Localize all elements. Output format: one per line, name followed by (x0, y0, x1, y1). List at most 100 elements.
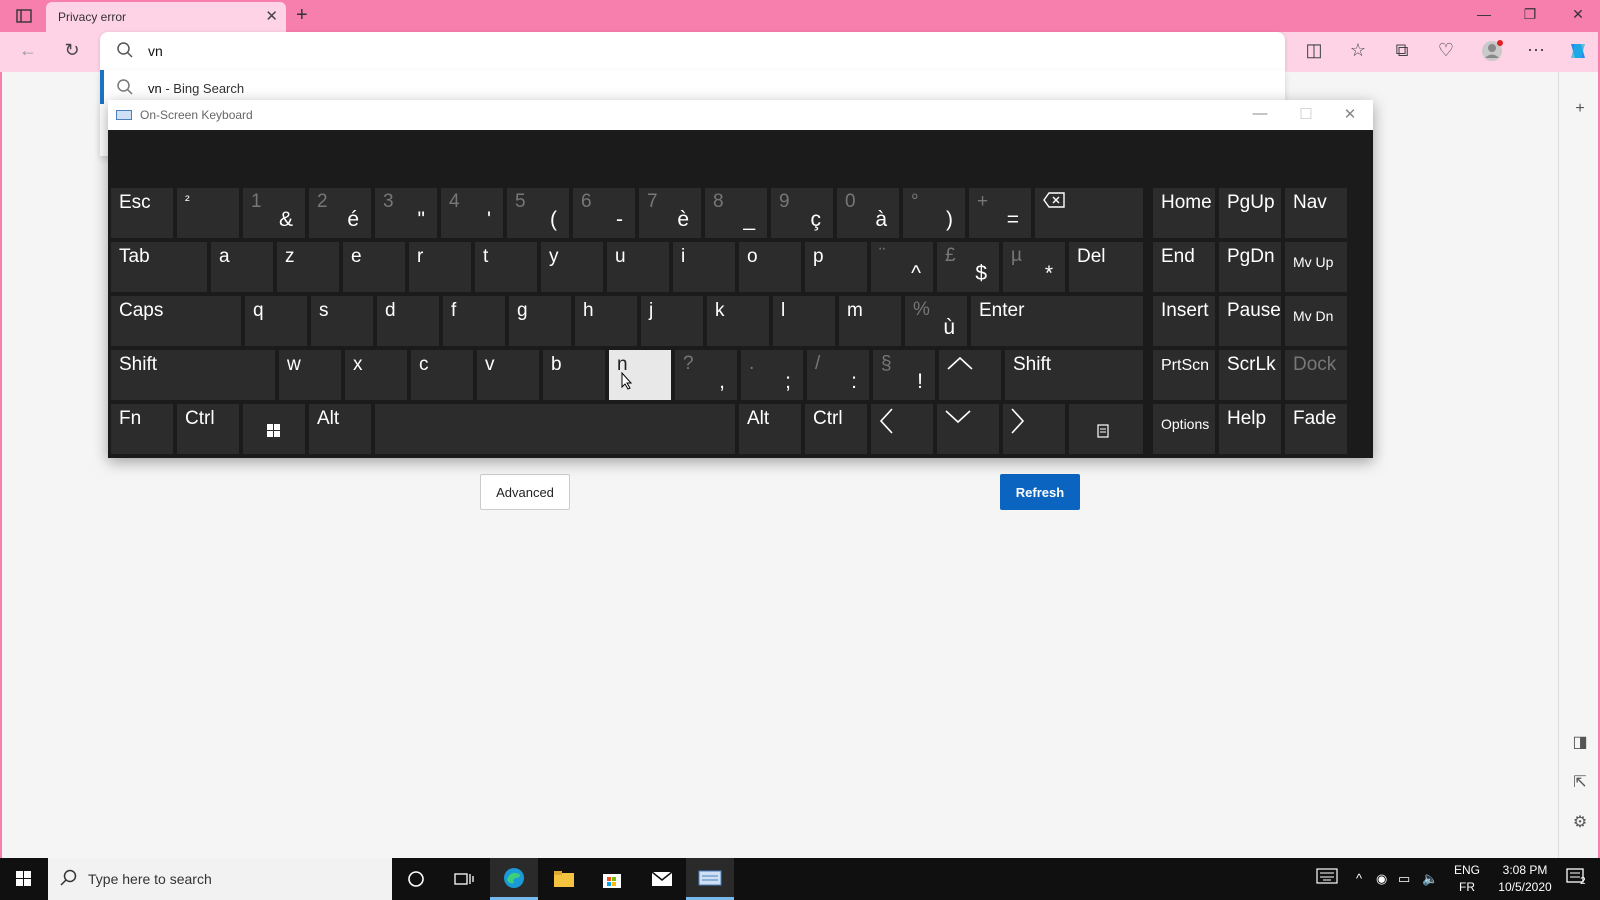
store-icon[interactable] (588, 858, 636, 900)
key-t[interactable]: t (475, 242, 537, 292)
key-plus[interactable]: + = (969, 188, 1031, 238)
key-altgr[interactable]: Alt (739, 404, 801, 454)
key-z[interactable]: z (277, 242, 339, 292)
key-f[interactable]: f (443, 296, 505, 346)
key-1[interactable]: 1 & (243, 188, 305, 238)
restore-icon[interactable]: ❐ (1518, 6, 1542, 23)
key-del[interactable]: Del (1069, 242, 1143, 292)
key-d[interactable]: d (377, 296, 439, 346)
volume-muted-icon[interactable]: 🔈 (1422, 871, 1438, 887)
key-semicolon[interactable]: .; (741, 350, 803, 400)
cortana-icon[interactable] (392, 858, 440, 900)
key-windows[interactable] (243, 404, 305, 454)
key-j[interactable]: j (641, 296, 703, 346)
key-menu[interactable] (1069, 404, 1143, 454)
address-input[interactable]: vn (148, 43, 163, 59)
task-view-icon[interactable] (440, 858, 488, 900)
extensions-icon[interactable]: ♡ (1434, 40, 1458, 61)
sidebar-panel-icon[interactable]: ◨ (1568, 732, 1592, 752)
open-external-icon[interactable]: ⇱ (1568, 772, 1592, 792)
key-b[interactable]: b (543, 350, 605, 400)
key-arrow-down[interactable] (937, 404, 999, 454)
key-fn[interactable]: Fn (111, 404, 173, 454)
key-p[interactable]: p (805, 242, 867, 292)
copilot-icon[interactable] (1566, 40, 1590, 67)
key-caps[interactable]: Caps (111, 296, 241, 346)
key-comma[interactable]: ?, (675, 350, 737, 400)
key-l[interactable]: l (773, 296, 835, 346)
address-bar[interactable]: vn (100, 32, 1285, 70)
key-degree[interactable]: °) (903, 188, 965, 238)
key-backspace[interactable] (1035, 188, 1143, 238)
keyboard-tray-icon[interactable] (1316, 868, 1338, 887)
key-prtscn[interactable]: PrtScn (1153, 350, 1215, 400)
key-u-grave[interactable]: % ù (905, 296, 967, 346)
key-home[interactable]: Home (1153, 188, 1215, 238)
collections-icon[interactable]: ⧉ (1390, 40, 1414, 61)
key-scrlk[interactable]: ScrLk (1219, 350, 1281, 400)
key-0[interactable]: 0à (837, 188, 899, 238)
key-k[interactable]: k (707, 296, 769, 346)
key-dollar[interactable]: £ $ (937, 242, 999, 292)
key-7[interactable]: 7è (639, 188, 701, 238)
key-x[interactable]: x (345, 350, 407, 400)
reload-icon[interactable]: ↻ (60, 40, 84, 61)
network-icon[interactable]: ▭ (1398, 871, 1410, 887)
key-asterisk[interactable]: µ * (1003, 242, 1065, 292)
input-language[interactable]: ENG FR (1452, 862, 1482, 896)
clock[interactable]: 3:08 PM 10/5/2020 (1490, 862, 1560, 896)
key-exclamation[interactable]: §! (873, 350, 935, 400)
key-m[interactable]: m (839, 296, 901, 346)
key-e[interactable]: e (343, 242, 405, 292)
key-help[interactable]: Help (1219, 404, 1281, 454)
add-sidebar-app-icon[interactable]: + (1568, 100, 1592, 118)
key-q[interactable]: q (245, 296, 307, 346)
minimize-icon[interactable]: — (1472, 6, 1496, 22)
key-options[interactable]: Options (1153, 404, 1215, 454)
key-5[interactable]: 5( (507, 188, 569, 238)
key-a[interactable]: a (211, 242, 273, 292)
key-alt[interactable]: Alt (309, 404, 371, 454)
key-h[interactable]: h (575, 296, 637, 346)
close-tab-icon[interactable]: ✕ (265, 7, 278, 25)
key-o[interactable]: o (739, 242, 801, 292)
key-4[interactable]: 4 ' (441, 188, 503, 238)
osk-minimize-icon[interactable]: — (1248, 105, 1272, 122)
key-u[interactable]: u (607, 242, 669, 292)
key-w[interactable]: w (279, 350, 341, 400)
key-enter[interactable]: Enter (971, 296, 1143, 346)
refresh-button[interactable]: Refresh (1000, 474, 1080, 510)
key-r[interactable]: r (409, 242, 471, 292)
advanced-button[interactable]: Advanced (480, 474, 570, 510)
key-n[interactable]: n (609, 350, 671, 400)
osk-close-icon[interactable]: ✕ (1338, 105, 1362, 123)
tab-actions-icon[interactable] (12, 6, 36, 26)
key-fade[interactable]: Fade (1285, 404, 1347, 454)
new-tab-icon[interactable]: + (296, 4, 308, 27)
key-ctrl-left[interactable]: Ctrl (177, 404, 239, 454)
key-arrow-right[interactable] (1003, 404, 1065, 454)
key-space[interactable] (375, 404, 735, 454)
on-screen-keyboard-app-icon[interactable] (686, 858, 734, 900)
key-pgup[interactable]: PgUp (1219, 188, 1281, 238)
start-button[interactable] (0, 858, 48, 900)
key-2[interactable]: 2é (309, 188, 371, 238)
meet-now-icon[interactable]: ◉ (1376, 871, 1387, 887)
key-mv-up[interactable]: Mv Up (1285, 242, 1347, 292)
key-9[interactable]: 9ç (771, 188, 833, 238)
key-colon[interactable]: /: (807, 350, 869, 400)
key-s[interactable]: s (311, 296, 373, 346)
mail-icon[interactable] (638, 858, 686, 900)
file-explorer-icon[interactable] (540, 858, 588, 900)
close-window-icon[interactable]: ✕ (1566, 6, 1590, 23)
key-i[interactable]: i (673, 242, 735, 292)
key-shift-left[interactable]: Shift (111, 350, 275, 400)
key-c[interactable]: c (411, 350, 473, 400)
key-arrow-left[interactable] (871, 404, 933, 454)
profile-avatar[interactable] (1480, 40, 1504, 67)
taskbar-search-box[interactable]: Type here to search (48, 858, 392, 900)
favorites-icon[interactable]: ☆ (1346, 40, 1370, 61)
key-arrow-up[interactable] (939, 350, 1001, 400)
key-circumflex[interactable]: ¨ ^ (871, 242, 933, 292)
key-insert[interactable]: Insert (1153, 296, 1215, 346)
